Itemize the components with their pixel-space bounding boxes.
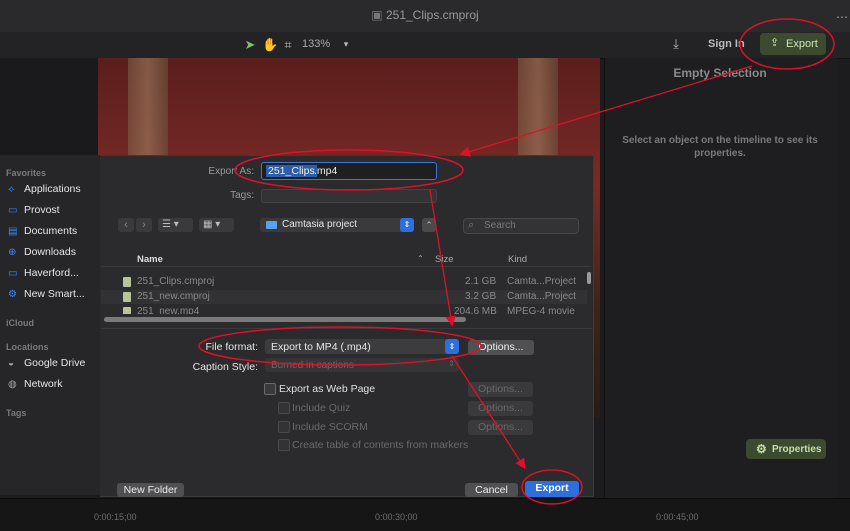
annotation-circle-toolbar-export [739, 18, 835, 70]
annotation-arrow [429, 189, 456, 327]
annotation-circle-format [198, 326, 482, 366]
annotation-circle-filename [234, 149, 464, 191]
annotation-arrow [459, 65, 753, 157]
annotation-circle-export [521, 469, 583, 505]
annotation-arrow [451, 355, 526, 470]
annotation-overlay [198, 18, 835, 505]
